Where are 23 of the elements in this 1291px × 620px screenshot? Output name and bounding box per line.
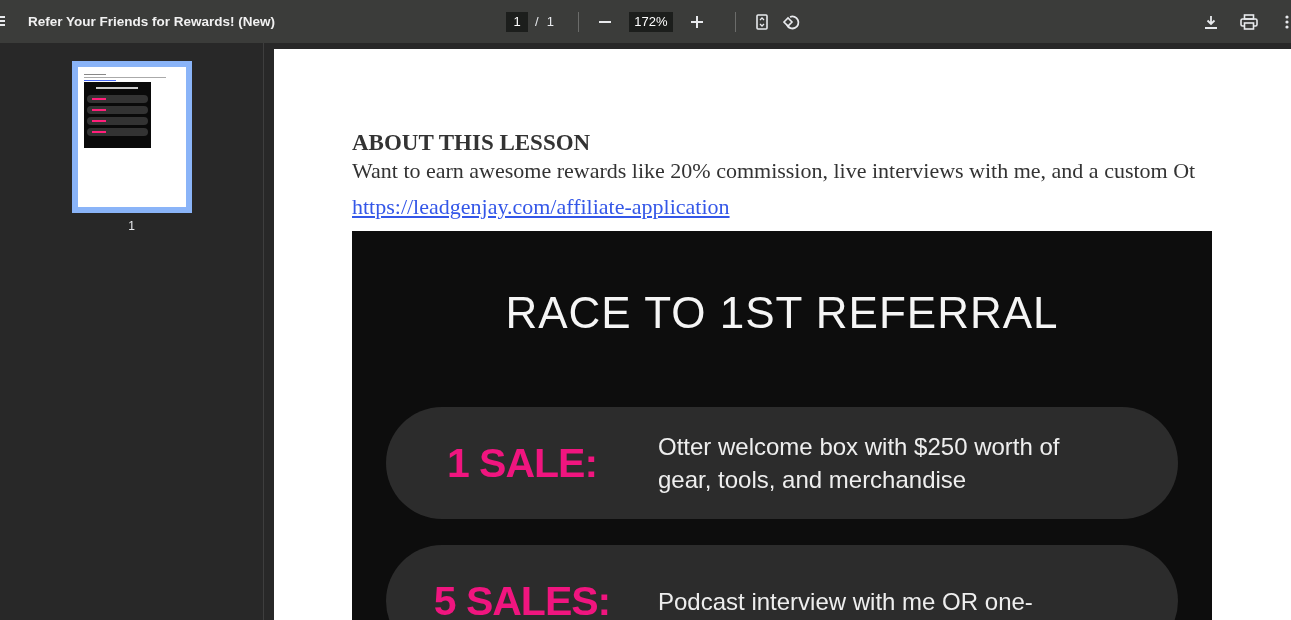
reward-description: Otter welcome box with $250 worth of — [658, 432, 1060, 462]
minus-icon — [598, 20, 611, 23]
tier-label: 5 SALES: — [433, 577, 611, 620]
section-heading: ABOUT THIS LESSON — [352, 129, 592, 157]
document-title: Refer Your Friends for Rewards! (New) — [28, 14, 276, 29]
download-icon — [1204, 14, 1218, 29]
page-number-field[interactable]: 1 — [506, 11, 528, 32]
page-fit-icon — [754, 13, 769, 30]
plus-icon — [689, 14, 704, 29]
page-separator: / — [535, 14, 539, 29]
page-count: 1 — [546, 14, 554, 29]
print-icon — [1240, 13, 1258, 30]
more-icon[interactable] — [1285, 13, 1289, 30]
banner-title: RACE TO 1ST REFERRAL — [505, 287, 1059, 339]
reward-description: gear, tools, and merchandise — [658, 465, 968, 495]
page-thumbnail[interactable] — [71, 61, 192, 213]
menu-icon[interactable] — [0, 14, 6, 27]
paragraph: Want to earn awesome rewards like 20% commission, live interviews with me, and a custom Ot — [352, 157, 1197, 185]
zoom-field[interactable]: 172% — [628, 11, 673, 32]
reward-description: Podcast interview with me OR one- — [658, 586, 1033, 617]
page-number-label: 1 — [128, 219, 135, 233]
affiliate-link[interactable]: https://leadgenjay.com/affiliate-application — [352, 193, 730, 221]
tier-label: 1 SALE: — [446, 439, 598, 487]
